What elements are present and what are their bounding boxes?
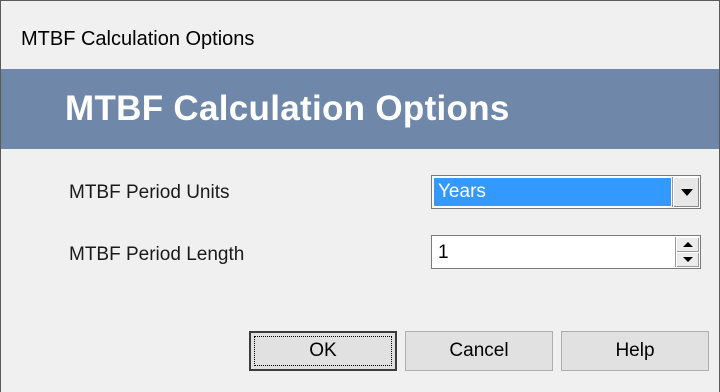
stepper-buttons bbox=[675, 237, 699, 267]
period-units-selected-value[interactable]: Years bbox=[434, 178, 671, 206]
period-length-stepper[interactable]: 1 bbox=[431, 235, 701, 269]
arrow-up-icon bbox=[683, 242, 693, 247]
cancel-button-label: Cancel bbox=[449, 340, 509, 361]
help-button[interactable]: Help bbox=[561, 331, 709, 371]
focus-rectangle bbox=[254, 336, 392, 366]
period-length-label: MTBF Period Length bbox=[69, 244, 245, 265]
dialog-window: MTBF Calculation Options MTBF Calculatio… bbox=[0, 0, 720, 392]
period-units-label: MTBF Period Units bbox=[69, 182, 230, 203]
dialog-content: MTBF Period Units Years MTBF Period Leng… bbox=[1, 149, 719, 392]
window-title: MTBF Calculation Options bbox=[21, 28, 255, 50]
title-bar[interactable]: MTBF Calculation Options bbox=[1, 1, 719, 69]
header-banner: MTBF Calculation Options bbox=[1, 69, 719, 149]
dropdown-button[interactable] bbox=[672, 177, 699, 207]
page-title: MTBF Calculation Options bbox=[65, 89, 510, 128]
stepper-up-button[interactable] bbox=[676, 237, 699, 252]
stepper-down-button[interactable] bbox=[676, 252, 699, 267]
arrow-down-icon bbox=[683, 257, 693, 262]
chevron-down-icon bbox=[681, 189, 693, 196]
ok-button[interactable]: OK bbox=[249, 331, 397, 371]
period-length-value[interactable]: 1 bbox=[438, 239, 449, 267]
help-button-label: Help bbox=[615, 340, 655, 361]
cancel-button[interactable]: Cancel bbox=[405, 331, 553, 371]
period-units-dropdown[interactable]: Years bbox=[431, 175, 701, 209]
